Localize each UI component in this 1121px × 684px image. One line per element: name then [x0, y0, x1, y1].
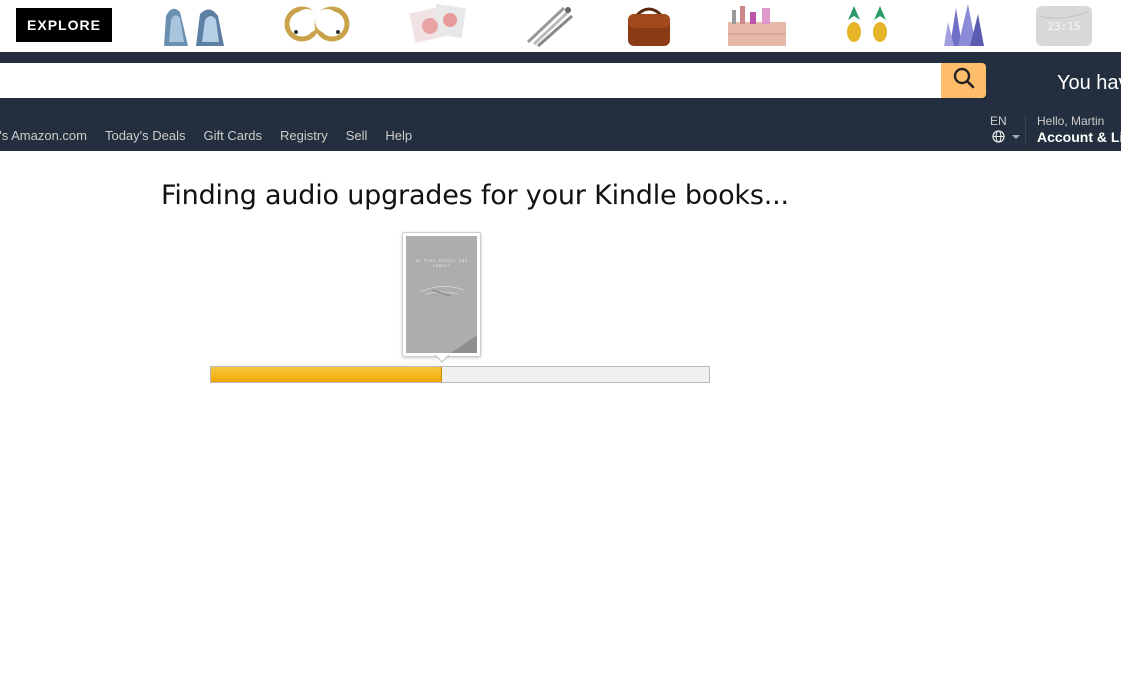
progress-bar-fill: [211, 367, 443, 382]
pineapple-earrings-icon[interactable]: [832, 2, 902, 48]
promo-message[interactable]: You hav: [1057, 72, 1121, 95]
book-card-pointer-inner: [435, 354, 449, 361]
nav-link-sell[interactable]: Sell: [346, 128, 368, 143]
nav-bar: n's Amazon.com Today's Deals Gift Cards …: [0, 98, 1121, 151]
book-cover-art: [419, 286, 465, 297]
nav-link-your-amazon[interactable]: n's Amazon.com: [0, 128, 87, 143]
moon-earrings-icon[interactable]: [282, 2, 352, 48]
nav-link-todays-deals[interactable]: Today's Deals: [105, 128, 186, 143]
account-greeting: Hello, Martin: [1037, 114, 1105, 128]
nav-link-gift-cards[interactable]: Gift Cards: [204, 128, 263, 143]
nav-link-registry[interactable]: Registry: [280, 128, 328, 143]
language-selector[interactable]: EN: [990, 114, 1020, 143]
promo-strip: EXPLORE 23:15: [0, 0, 1121, 52]
crystal-cluster-icon[interactable]: [930, 2, 1000, 48]
chevron-down-icon: [1012, 135, 1020, 139]
geode-bookends-icon[interactable]: [158, 2, 228, 48]
book-cover-card: as true stoals san reaner: [402, 232, 481, 357]
search-icon: [953, 67, 975, 94]
explore-button[interactable]: EXPLORE: [16, 8, 112, 42]
book-cover-text: as true stoals san reaner: [415, 258, 468, 268]
makeup-organizer-icon[interactable]: [722, 2, 792, 48]
nav-divider: [1025, 115, 1026, 145]
book-cover: as true stoals san reaner: [406, 236, 477, 353]
leather-bag-icon[interactable]: [614, 2, 684, 48]
wind-chimes-icon[interactable]: [514, 2, 584, 48]
marble-clock-icon[interactable]: 23:15: [1030, 2, 1100, 48]
progress-bar: [210, 366, 710, 383]
account-lists-menu[interactable]: Hello, Martin Account & Li: [1037, 114, 1121, 145]
search-input[interactable]: [0, 63, 941, 98]
search-button[interactable]: [941, 63, 986, 98]
account-label: Account & Li: [1037, 129, 1121, 145]
nav-link-help[interactable]: Help: [385, 128, 412, 143]
search-bar: You hav: [0, 52, 1121, 98]
pink-pins-icon[interactable]: [404, 2, 474, 48]
sample-corner-icon: [451, 335, 477, 353]
svg-text:23:15: 23:15: [1047, 20, 1080, 33]
language-code: EN: [990, 114, 1007, 128]
nav-links: n's Amazon.com Today's Deals Gift Cards …: [0, 128, 430, 143]
page-title: Finding audio upgrades for your Kindle b…: [161, 180, 789, 211]
globe-icon: [992, 130, 1005, 146]
